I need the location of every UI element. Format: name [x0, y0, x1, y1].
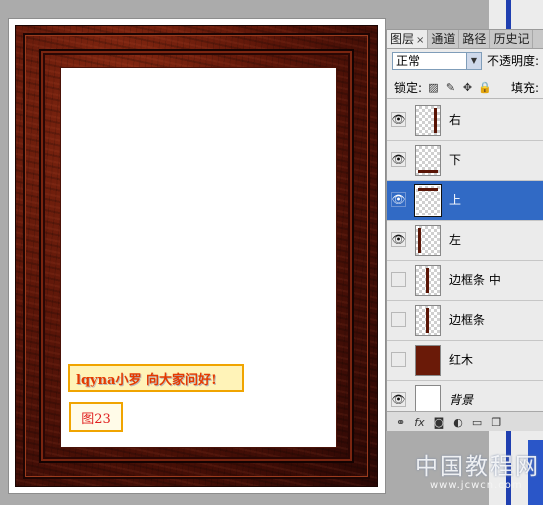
eye-icon: 👁	[391, 193, 406, 206]
fx-icon[interactable]: fx	[414, 416, 424, 429]
layer-row[interactable]: 边框条	[387, 301, 543, 341]
visibility-toggle[interactable]	[391, 272, 406, 287]
tab-history[interactable]: 历史记	[490, 30, 534, 48]
layer-row[interactable]: 👁 左	[387, 221, 543, 261]
layer-thumbnail	[415, 345, 441, 376]
layer-thumbnail	[415, 105, 441, 136]
layer-name: 边框条 中	[449, 273, 501, 287]
watermark: 中国教程网 www.jcwcn.com	[415, 447, 543, 505]
eye-icon: 👁	[391, 153, 406, 166]
tab-channels[interactable]: 通道	[428, 30, 460, 48]
opacity-label: 不透明度:	[487, 54, 540, 68]
layer-name: 边框条	[449, 313, 486, 327]
chevron-down-icon[interactable]: ▼	[466, 53, 481, 69]
layer-row[interactable]: 👁 下	[387, 141, 543, 181]
signature-label: lqyna小罗 向大家问好!	[68, 364, 244, 392]
watermark-text: 中国教程网	[415, 454, 540, 480]
layer-name: 左	[449, 233, 462, 247]
eye-icon: 👁	[391, 113, 406, 126]
layers-panel-toolbar: ⚭ fx ◙ ◐ ▭ ❐	[387, 411, 543, 431]
blend-mode-value: 正常	[396, 54, 421, 68]
close-icon[interactable]: ×	[416, 35, 424, 46]
mask-icon[interactable]: ◙	[434, 416, 445, 429]
lock-transparency-icon[interactable]: ▨	[427, 81, 440, 95]
watermark-url: www.jcwcn.com	[430, 480, 523, 491]
figure-number-label: 图23	[69, 402, 123, 432]
visibility-toggle[interactable]	[391, 312, 406, 327]
lock-paint-icon[interactable]: ✎	[444, 81, 457, 95]
folder-icon[interactable]: ▭	[472, 416, 482, 429]
layer-row-selected[interactable]: 👁 上	[387, 181, 543, 221]
visibility-toggle[interactable]: 👁	[391, 392, 406, 407]
visibility-toggle[interactable]: 👁	[391, 192, 406, 207]
eye-icon: 👁	[391, 393, 406, 406]
new-layer-icon[interactable]: ❐	[491, 416, 501, 429]
lock-icons: ▨ ✎ ✥ 🔒	[427, 81, 491, 95]
visibility-toggle[interactable]: 👁	[391, 152, 406, 167]
adjustment-icon[interactable]: ◐	[453, 416, 463, 429]
panel-tabs: 图层 × 通道 路径 历史记	[387, 30, 543, 49]
link-icon[interactable]: ⚭	[396, 416, 405, 429]
layer-thumbnail	[415, 225, 441, 256]
layer-row[interactable]: 边框条 中	[387, 261, 543, 301]
layer-name: 右	[449, 113, 462, 127]
layer-thumbnail	[415, 305, 441, 336]
layer-name: 下	[449, 153, 462, 167]
tab-layers[interactable]: 图层 ×	[387, 30, 429, 48]
lock-row: 锁定: ▨ ✎ ✥ 🔒 填充:	[387, 78, 543, 99]
tab-paths[interactable]: 路径	[459, 30, 491, 48]
blend-row: 正常 ▼ 不透明度:	[387, 51, 543, 73]
lock-all-icon[interactable]: 🔒	[478, 81, 492, 95]
eye-icon: 👁	[391, 233, 406, 246]
layer-name: 红木	[449, 353, 474, 367]
lock-label: 锁定:	[394, 81, 423, 95]
layer-row[interactable]: 👁 右	[387, 101, 543, 141]
layer-list: 👁 右 👁 下 👁 上 👁 左 边框条 中 边框条 红木 👁 背景	[387, 101, 543, 421]
blend-mode-select[interactable]: 正常 ▼	[392, 52, 482, 70]
lock-move-icon[interactable]: ✥	[461, 81, 474, 95]
visibility-toggle[interactable]: 👁	[391, 232, 406, 247]
layers-panel: 图层 × 通道 路径 历史记 正常 ▼ 不透明度: 锁定: ▨ ✎ ✥ 🔒 填充:…	[386, 29, 543, 431]
visibility-toggle[interactable]: 👁	[391, 112, 406, 127]
layer-thumbnail	[415, 265, 441, 296]
layer-thumbnail	[415, 145, 441, 176]
layer-name: 上	[449, 193, 462, 207]
layer-row[interactable]: 红木	[387, 341, 543, 381]
visibility-toggle[interactable]	[391, 352, 406, 367]
fill-label: 填充:	[511, 81, 540, 95]
tab-layers-label: 图层	[390, 32, 415, 46]
layer-thumbnail	[414, 184, 442, 217]
